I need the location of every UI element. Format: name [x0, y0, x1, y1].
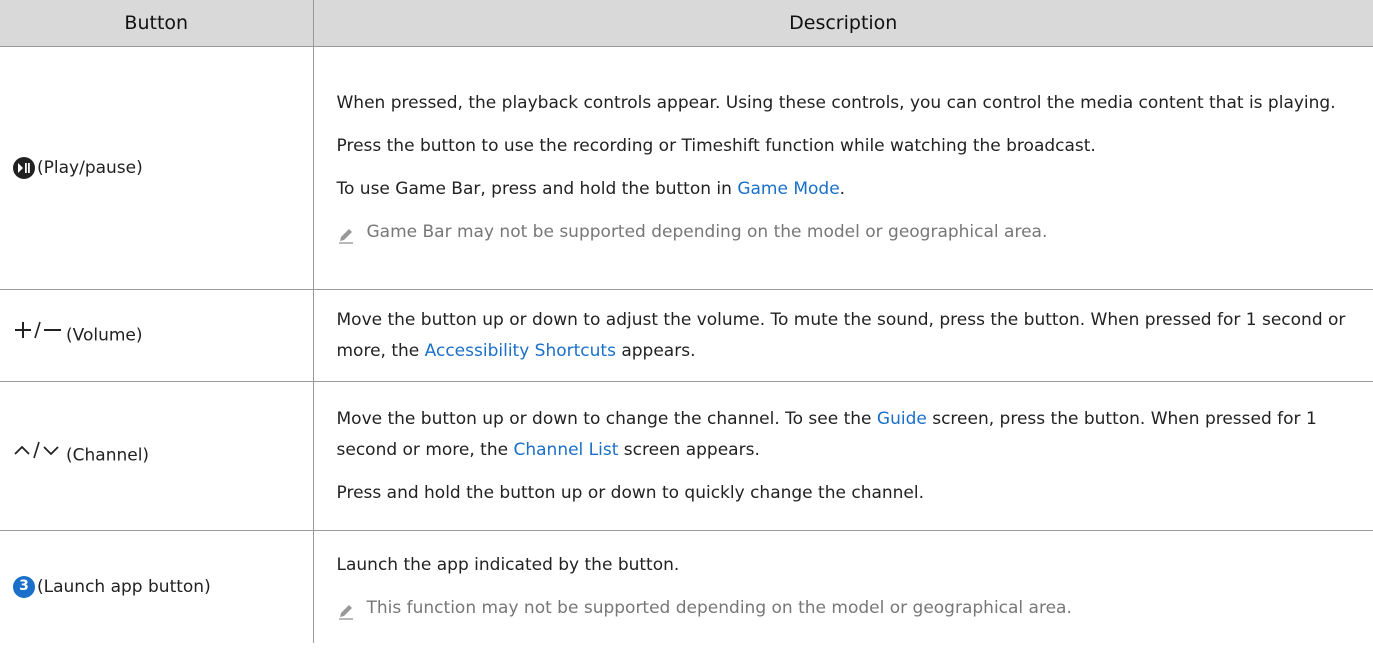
- button-cell-volume: (Volume): [0, 289, 314, 382]
- button-label: (Channel): [66, 445, 150, 466]
- button-label: (Play/pause): [37, 157, 143, 178]
- button-cell-launch-app: 3 (Launch app button): [0, 530, 314, 643]
- table-row: (Volume) Move the button up or down to a…: [0, 289, 1373, 382]
- chevron-up-down-icon: [13, 440, 63, 471]
- button-label: (Volume): [66, 325, 143, 346]
- pencil-icon: [338, 605, 353, 620]
- note: This function may not be supported depen…: [337, 593, 1362, 624]
- description-text: Move the button up or down to adjust the…: [336, 309, 1346, 361]
- plus-minus-icon: [13, 320, 63, 351]
- description-text: Press the button to use the recording or…: [336, 136, 1096, 156]
- description-text: Launch the app indicated by the button.: [336, 555, 680, 575]
- button-cell-channel: (Channel): [0, 381, 314, 531]
- description-text: Press and hold the button up or down to …: [336, 482, 925, 503]
- description-cell: Move the button up or down to change the…: [313, 381, 1373, 531]
- header-button: Button: [0, 0, 314, 47]
- description-cell: When pressed, the playback controls appe…: [313, 46, 1373, 290]
- button-cell-play-pause: (Play/pause): [0, 46, 314, 290]
- description-text: To use Game Bar, press and hold the butt…: [336, 179, 846, 199]
- description-text: When pressed, the playback controls appe…: [336, 93, 1336, 113]
- pencil-icon: [338, 229, 353, 244]
- note: Game Bar may not be supported depending …: [337, 217, 1362, 248]
- launch-app-3-icon: 3: [13, 575, 35, 598]
- table-row: (Play/pause) When pressed, the playback …: [0, 46, 1373, 290]
- description-cell: Move the button up or down to adjust the…: [313, 289, 1373, 382]
- description-text: Move the button up or down to change the…: [336, 408, 1317, 460]
- guide-link[interactable]: Guide: [877, 409, 927, 429]
- description-cell: Launch the app indicated by the button. …: [313, 530, 1373, 643]
- accessibility-shortcuts-link[interactable]: Accessibility Shortcuts: [425, 341, 616, 361]
- table-row: (Channel) Move the button up or down to …: [0, 381, 1373, 531]
- play-pause-icon: [13, 156, 35, 179]
- game-mode-link[interactable]: Game Mode: [737, 179, 839, 199]
- header-description: Description: [313, 0, 1373, 47]
- table-header-row: Button Description: [0, 0, 1373, 47]
- table-row: 3 (Launch app button) Launch the app indi…: [0, 530, 1373, 643]
- remote-buttons-table: Button Description (Play/pause) When pre…: [0, 0, 1373, 643]
- channel-list-link[interactable]: Channel List: [513, 440, 618, 460]
- button-label: (Launch app button): [37, 576, 211, 597]
